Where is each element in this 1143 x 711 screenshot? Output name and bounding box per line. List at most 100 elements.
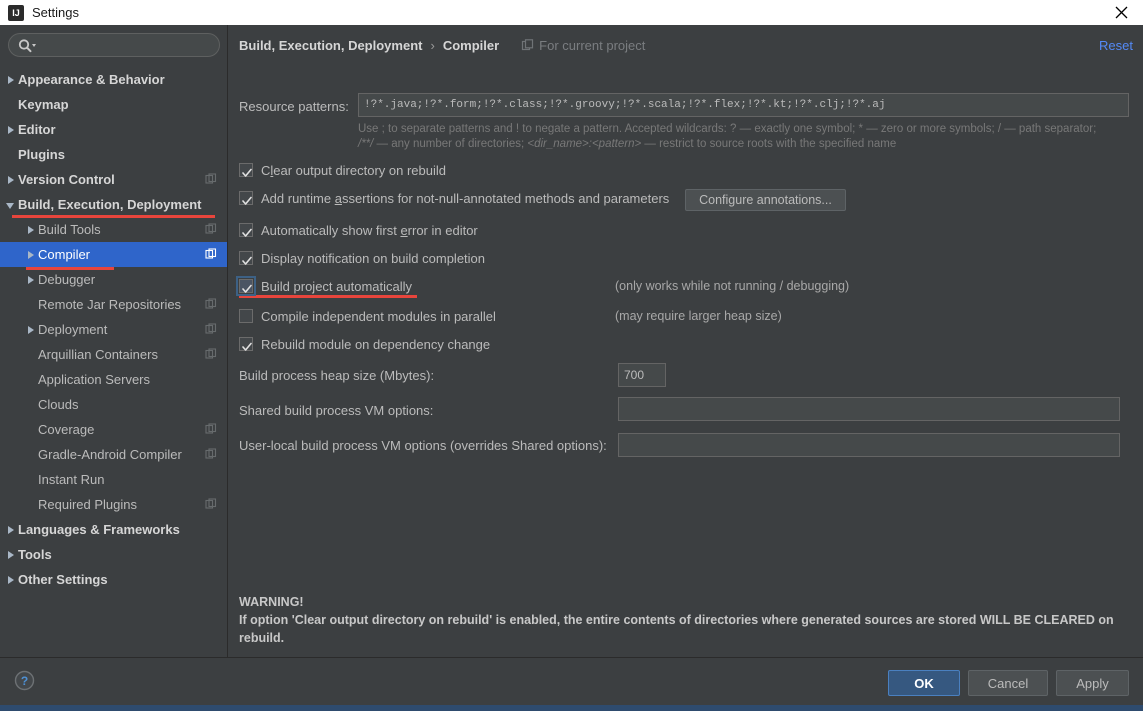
checkbox-row-display-notification-on-build-completion[interactable]: Display notification on build completion <box>239 249 485 267</box>
sidebar-item-label: Build, Execution, Deployment <box>18 197 202 212</box>
checkmark-icon <box>242 339 252 351</box>
chevron-right-icon[interactable] <box>4 173 18 187</box>
checkbox-row-build-project-automatically[interactable]: Build project automatically <box>236 276 412 296</box>
checkmark-icon <box>242 193 252 205</box>
sidebar-item-label: Deployment <box>38 322 108 337</box>
sidebar-item-clouds[interactable]: Clouds <box>0 392 227 417</box>
resource-patterns-label: Resource patterns: <box>239 99 349 114</box>
search-input[interactable] <box>39 34 215 56</box>
sidebar-item-required-plugins[interactable]: Required Plugins <box>0 492 227 517</box>
hint-text-b: — any number of directories; <box>373 138 528 150</box>
chevron-right-icon[interactable] <box>4 73 18 87</box>
sidebar-item-plugins[interactable]: Plugins <box>0 142 227 167</box>
chevron-right-icon[interactable] <box>4 573 18 587</box>
checkbox-row-add-runtime-assertions-for-not-null-annotated-methods-and-parameters[interactable]: Add runtime assertions for not-null-anno… <box>239 189 669 207</box>
checkmark-icon <box>242 281 252 293</box>
sidebar-item-label: Version Control <box>18 172 115 187</box>
sidebar-item-editor[interactable]: Editor <box>0 117 227 142</box>
dialog-footer: ? OK Cancel Apply <box>0 657 1143 711</box>
checkbox-compile-independent-modules-in-parallel[interactable] <box>239 309 253 323</box>
checkbox-label: Rebuild module on dependency change <box>261 336 491 352</box>
checkmark-icon <box>242 165 252 177</box>
chevron-down-icon[interactable] <box>4 198 18 212</box>
search-dropdown-icon <box>17 38 39 54</box>
input-build-process-heap-size-mbytes[interactable] <box>618 363 666 387</box>
sidebar-item-tools[interactable]: Tools <box>0 542 227 567</box>
sidebar-item-other-settings[interactable]: Other Settings <box>0 567 227 592</box>
warning-block: WARNING! If option 'Clear output directo… <box>239 593 1139 647</box>
sidebar-item-label: Appearance & Behavior <box>18 72 165 87</box>
checkbox-label: Add runtime assertions for not-null-anno… <box>261 190 670 206</box>
ok-button[interactable]: OK <box>888 670 960 696</box>
configure-annotations-button[interactable]: Configure annotations... <box>685 189 846 211</box>
breadcrumb-root[interactable]: Build, Execution, Deployment <box>239 38 422 53</box>
checkbox-note: (only works while not running / debuggin… <box>615 279 850 293</box>
checkbox-rebuild-module-on-dependency-change[interactable] <box>239 337 253 351</box>
checkbox-row-rebuild-module-on-dependency-change[interactable]: Rebuild module on dependency change <box>239 335 490 353</box>
sidebar-item-languages-frameworks[interactable]: Languages & Frameworks <box>0 517 227 542</box>
project-scope-icon <box>205 348 217 360</box>
sidebar-item-arquillian-containers[interactable]: Arquillian Containers <box>0 342 227 367</box>
sidebar-item-version-control[interactable]: Version Control <box>0 167 227 192</box>
checkbox-clear-output-directory-on-rebuild[interactable] <box>239 163 253 177</box>
checkbox-row-automatically-show-first-error-in-editor[interactable]: Automatically show first error in editor <box>239 221 478 239</box>
sidebar-item-appearance-behavior[interactable]: Appearance & Behavior <box>0 67 227 92</box>
resource-patterns-input[interactable] <box>358 93 1129 117</box>
sidebar-item-build-tools[interactable]: Build Tools <box>0 217 227 242</box>
warning-body: If option 'Clear output directory on reb… <box>239 613 1114 645</box>
search-box-wrapper <box>8 33 220 57</box>
chevron-right-icon[interactable] <box>24 273 38 287</box>
checkbox-note: (may require larger heap size) <box>615 309 782 323</box>
close-icon[interactable] <box>1099 0 1143 25</box>
chevron-right-icon[interactable] <box>24 223 38 237</box>
sidebar-item-debugger[interactable]: Debugger <box>0 267 227 292</box>
sidebar-item-application-servers[interactable]: Application Servers <box>0 367 227 392</box>
cancel-button[interactable]: Cancel <box>968 670 1048 696</box>
sidebar-item-deployment[interactable]: Deployment <box>0 317 227 342</box>
checkbox-display-notification-on-build-completion[interactable] <box>239 251 253 265</box>
input-shared-build-process-vm-options[interactable] <box>618 397 1120 421</box>
sidebar-item-label: Gradle-Android Compiler <box>38 447 182 462</box>
hint-text-d: — restrict to source roots with the spec… <box>641 138 897 150</box>
checkmark-icon <box>242 225 252 237</box>
sidebar-item-remote-jar-repositories[interactable]: Remote Jar Repositories <box>0 292 227 317</box>
label-shared-build-process-vm-options: Shared build process VM options: <box>239 403 434 418</box>
sidebar-item-instant-run[interactable]: Instant Run <box>0 467 227 492</box>
sidebar-item-build-execution-deployment[interactable]: Build, Execution, Deployment <box>0 192 227 218</box>
sidebar-item-label: Build Tools <box>38 222 101 237</box>
sidebar-item-label: Keymap <box>18 97 69 112</box>
hint-dirname-pattern: <dir_name>:<pattern> <box>527 138 642 150</box>
resource-patterns-hint-line2: /**/ — any number of directories; <dir_n… <box>358 137 896 152</box>
breadcrumb-separator: › <box>430 38 435 53</box>
chevron-right-icon[interactable] <box>4 523 18 537</box>
sidebar-item-label: Other Settings <box>18 572 108 587</box>
chevron-right-icon[interactable] <box>24 323 38 337</box>
checkbox-label: Clear output directory on rebuild <box>261 162 446 178</box>
settings-main-panel: Build, Execution, Deployment › Compiler … <box>228 25 1143 657</box>
checkbox-automatically-show-first-error-in-editor[interactable] <box>239 223 253 237</box>
checkbox-build-project-automatically[interactable] <box>236 276 256 296</box>
checkbox-row-compile-independent-modules-in-parallel[interactable]: Compile independent modules in parallel <box>239 307 496 325</box>
project-scope-icon <box>205 298 217 310</box>
checkbox-add-runtime-assertions-for-not-null-annotated-methods-and-parameters[interactable] <box>239 191 253 205</box>
sidebar-item-label: Languages & Frameworks <box>18 522 180 537</box>
breadcrumb: Build, Execution, Deployment › Compiler … <box>239 38 645 53</box>
sidebar-item-gradle-android-compiler[interactable]: Gradle-Android Compiler <box>0 442 227 467</box>
sidebar-item-compiler[interactable]: Compiler <box>0 242 227 270</box>
chevron-right-icon[interactable] <box>4 123 18 137</box>
project-scope-icon <box>205 248 217 260</box>
sidebar-item-keymap[interactable]: Keymap <box>0 92 227 117</box>
search-box[interactable] <box>8 33 220 57</box>
intellij-logo-icon <box>8 4 24 21</box>
input-user-local-build-process-vm-options-overrides-shared-options[interactable] <box>618 433 1120 457</box>
chevron-right-icon[interactable] <box>4 548 18 562</box>
apply-button[interactable]: Apply <box>1056 670 1129 696</box>
sidebar-item-label: Compiler <box>38 247 91 262</box>
checkbox-row-clear-output-directory-on-rebuild[interactable]: Clear output directory on rebuild <box>239 161 446 179</box>
sidebar-item-coverage[interactable]: Coverage <box>0 417 227 442</box>
settings-tree: Appearance & Behavior Keymap Editor Plugins… <box>0 67 227 592</box>
chevron-right-icon[interactable] <box>24 248 38 262</box>
project-scope-icon <box>205 448 217 460</box>
help-question-icon[interactable]: ? <box>14 670 35 691</box>
reset-link[interactable]: Reset <box>1099 38 1133 53</box>
